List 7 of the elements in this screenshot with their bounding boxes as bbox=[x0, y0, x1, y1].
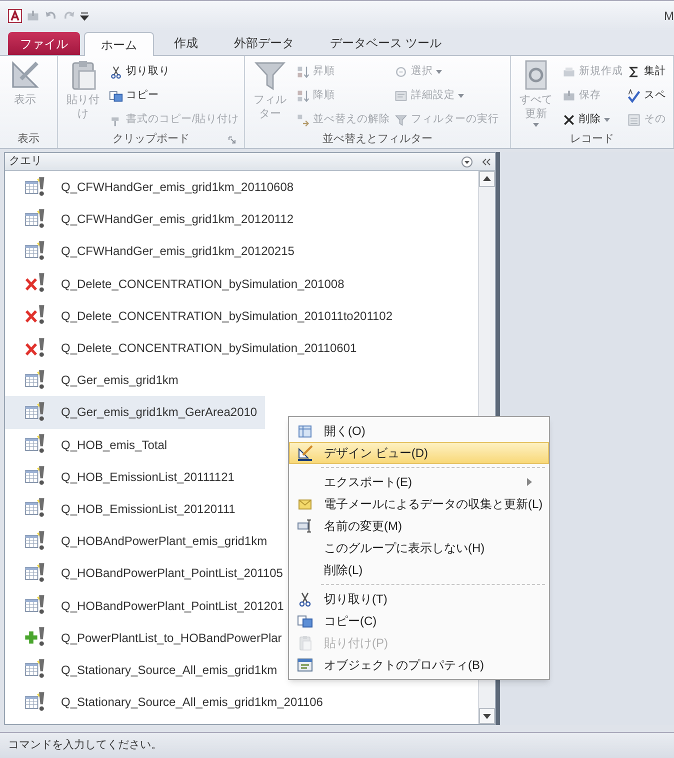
group-label: レコード bbox=[570, 132, 614, 148]
group-label: クリップボード bbox=[112, 132, 190, 148]
group-label: 並べ替えとフィルター bbox=[322, 132, 432, 148]
pane-title: クエリ bbox=[9, 154, 43, 170]
status-text: コマンドを入力してください。 bbox=[8, 738, 162, 754]
window-title: M bbox=[664, 8, 674, 24]
group-label: 表示 bbox=[18, 132, 40, 148]
